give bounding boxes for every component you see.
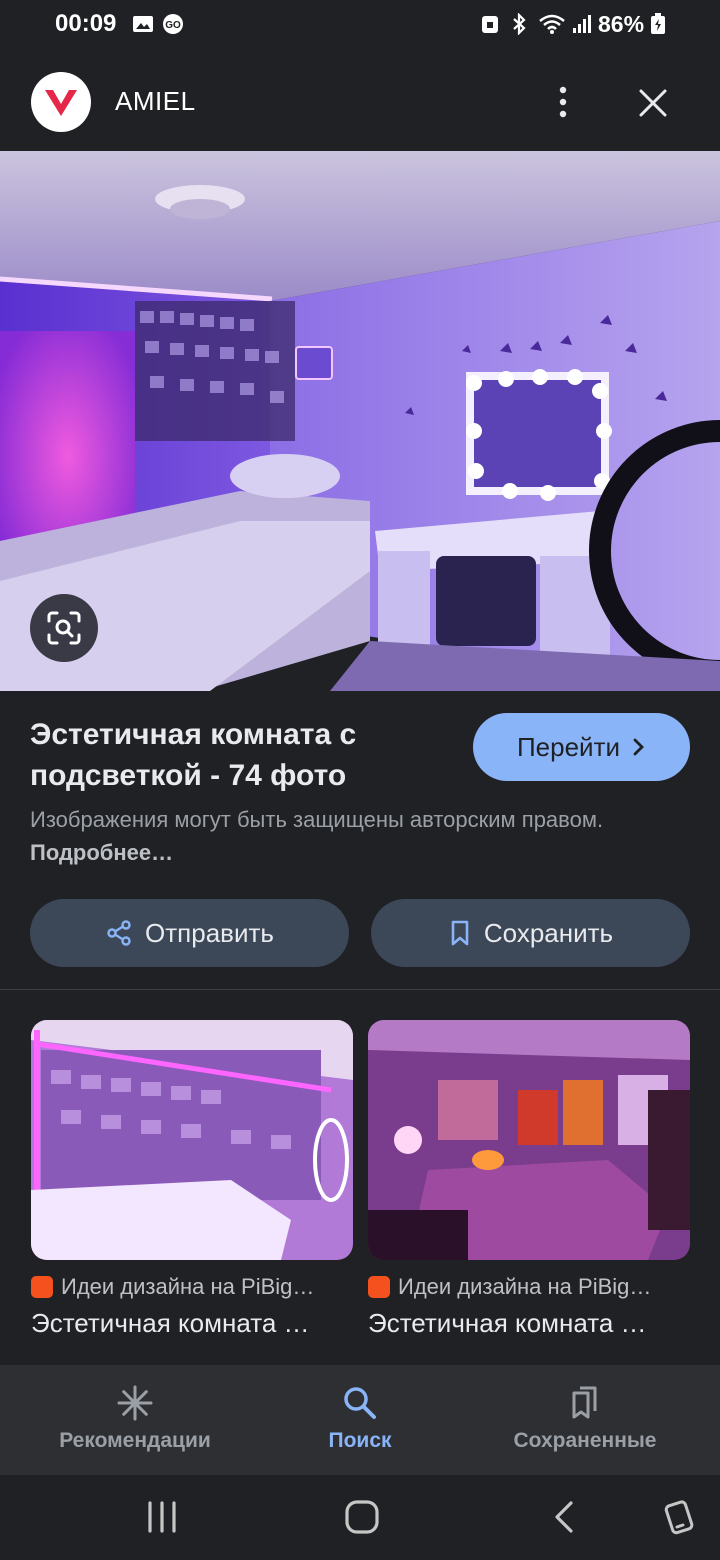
sparkle-icon xyxy=(117,1385,153,1421)
related-source: Идеи дизайна на PiBig… xyxy=(31,1274,353,1300)
share-button[interactable]: Отправить xyxy=(30,899,349,967)
system-navigation-bar xyxy=(0,1475,720,1560)
status-time: 00:09 xyxy=(55,10,117,37)
viewer-header: AMIEL xyxy=(0,52,720,150)
wifi-icon xyxy=(539,14,565,34)
recent-apps-icon[interactable] xyxy=(142,1497,182,1537)
lens-search-button[interactable] xyxy=(30,594,98,662)
related-source: Идеи дизайна на PiBig… xyxy=(368,1274,690,1300)
share-icon xyxy=(107,920,131,946)
related-source-name: Идеи дизайна на PiBig… xyxy=(61,1274,315,1299)
signal-icon xyxy=(573,15,591,33)
close-icon[interactable] xyxy=(634,84,672,122)
nav-label: Сохраненные xyxy=(513,1429,657,1452)
related-card[interactable]: Идеи дизайна на PiBig… Эстетичная комнат… xyxy=(31,1020,353,1339)
back-icon[interactable] xyxy=(545,1497,585,1537)
go-icon: GO xyxy=(163,14,183,34)
chevron-right-icon xyxy=(633,738,644,756)
bookmark-icon xyxy=(451,920,469,946)
bottom-navigation: Рекомендации Поиск Сохраненные xyxy=(0,1365,720,1475)
gallery-icon xyxy=(133,16,153,32)
lock-icon xyxy=(482,16,498,33)
svg-text:GO: GO xyxy=(165,20,181,31)
nav-label: Поиск xyxy=(328,1429,392,1452)
related-title[interactable]: Эстетичная комната … xyxy=(368,1308,690,1339)
copyright-text: Изображения могут быть защищены авторски… xyxy=(30,807,604,832)
home-icon[interactable] xyxy=(342,1497,382,1537)
result-image[interactable] xyxy=(0,151,720,691)
share-label: Отправить xyxy=(145,917,274,948)
rotate-screen-icon[interactable] xyxy=(660,1497,700,1537)
site-logo-icon[interactable] xyxy=(31,72,91,132)
divider xyxy=(0,989,720,990)
related-source-name: Идеи дизайна на PiBig… xyxy=(398,1274,652,1299)
search-icon xyxy=(344,1387,376,1419)
goto-button[interactable]: Перейти xyxy=(473,713,690,781)
source-favicon-icon xyxy=(368,1276,390,1298)
collections-icon xyxy=(572,1386,597,1419)
learn-more-link[interactable]: Подробнее… xyxy=(30,840,173,865)
related-thumbnail[interactable] xyxy=(31,1020,353,1260)
save-button[interactable]: Сохранить xyxy=(371,899,690,967)
source-favicon-icon xyxy=(31,1276,53,1298)
lens-icon xyxy=(47,611,81,645)
related-card[interactable]: Идеи дизайна на PiBig… Эстетичная комнат… xyxy=(368,1020,690,1339)
more-vert-icon[interactable] xyxy=(548,82,578,122)
save-label: Сохранить xyxy=(483,917,614,948)
status-bar: 00:09 GO 86% xyxy=(0,0,720,52)
related-title[interactable]: Эстетичная комната … xyxy=(31,1308,353,1339)
battery-percent: 86% xyxy=(598,11,645,37)
site-name[interactable]: AMIEL xyxy=(115,86,196,117)
nav-item-search[interactable]: Поиск xyxy=(240,1365,480,1475)
related-thumbnail[interactable] xyxy=(368,1020,690,1260)
nav-item-saved[interactable]: Сохраненные xyxy=(465,1365,705,1475)
copyright-notice: Изображения могут быть защищены авторски… xyxy=(30,803,670,869)
battery-icon xyxy=(651,13,665,34)
result-title: Эстетичная комната с подсветкой - 74 фот… xyxy=(30,718,357,792)
nav-label: Рекомендации xyxy=(59,1429,211,1452)
goto-label: Перейти xyxy=(516,731,621,762)
bluetooth-icon xyxy=(513,13,526,35)
nav-item-recommendations[interactable]: Рекомендации xyxy=(15,1365,255,1475)
